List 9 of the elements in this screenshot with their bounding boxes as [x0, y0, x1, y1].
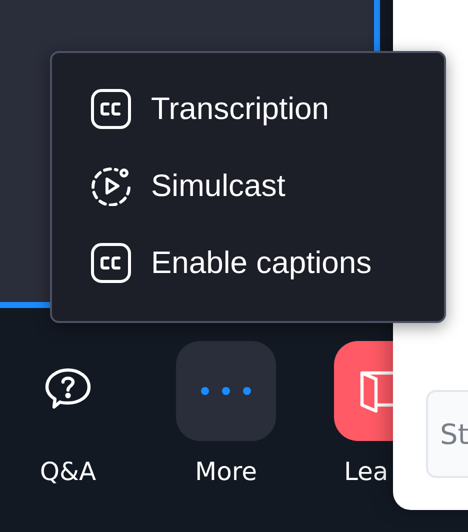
simulcast-icon	[91, 166, 131, 206]
menu-item[interactable]: Enable captions	[91, 243, 444, 283]
qa-button[interactable]: Q&A	[18, 341, 118, 486]
menu-item[interactable]: Simulcast	[91, 166, 444, 206]
captions-icon	[91, 243, 131, 283]
menu-item[interactable]: Transcription	[91, 89, 444, 129]
input-field[interactable]: St	[426, 390, 468, 478]
captions-icon	[91, 89, 131, 129]
more-icon	[200, 386, 252, 396]
